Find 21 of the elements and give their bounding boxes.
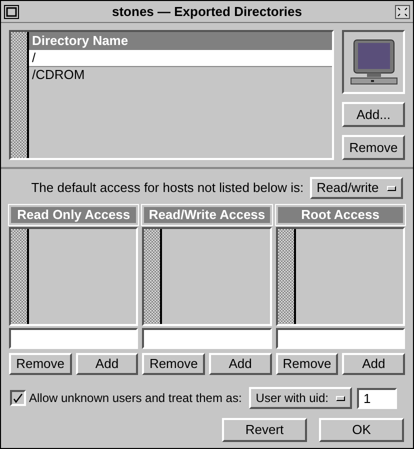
push-button[interactable]: Remove: [142, 353, 205, 375]
access-dropdown[interactable]: Read/write: [310, 177, 403, 199]
push-button[interactable]: Add...: [342, 102, 405, 127]
push-button[interactable]: Add: [76, 353, 138, 375]
column-header: Root Access: [276, 205, 405, 225]
push-button[interactable]: Revert: [222, 418, 307, 442]
push-button[interactable]: Remove: [342, 135, 405, 160]
column-header: Read Only Access: [9, 205, 138, 225]
user-dropdown[interactable]: User with uid:: [248, 387, 352, 409]
checkbox-label: Allow unknown users and treat them as:: [29, 390, 242, 407]
push-button[interactable]: Remove: [9, 353, 72, 375]
default-access-label: The default access for hosts not listed below is:: [31, 179, 304, 198]
window-title: stones — Exported Directories: [112, 2, 302, 21]
uid-input-field[interactable]: 1: [357, 388, 398, 408]
push-button[interactable]: Add: [342, 353, 405, 375]
column-header: Read/Write Access: [142, 205, 272, 225]
column-header: Directory Name: [29, 32, 332, 50]
push-button[interactable]: OK: [319, 418, 404, 442]
list-row[interactable]: /: [29, 50, 332, 67]
push-button[interactable]: Remove: [276, 353, 338, 375]
push-button[interactable]: Add: [208, 353, 272, 375]
